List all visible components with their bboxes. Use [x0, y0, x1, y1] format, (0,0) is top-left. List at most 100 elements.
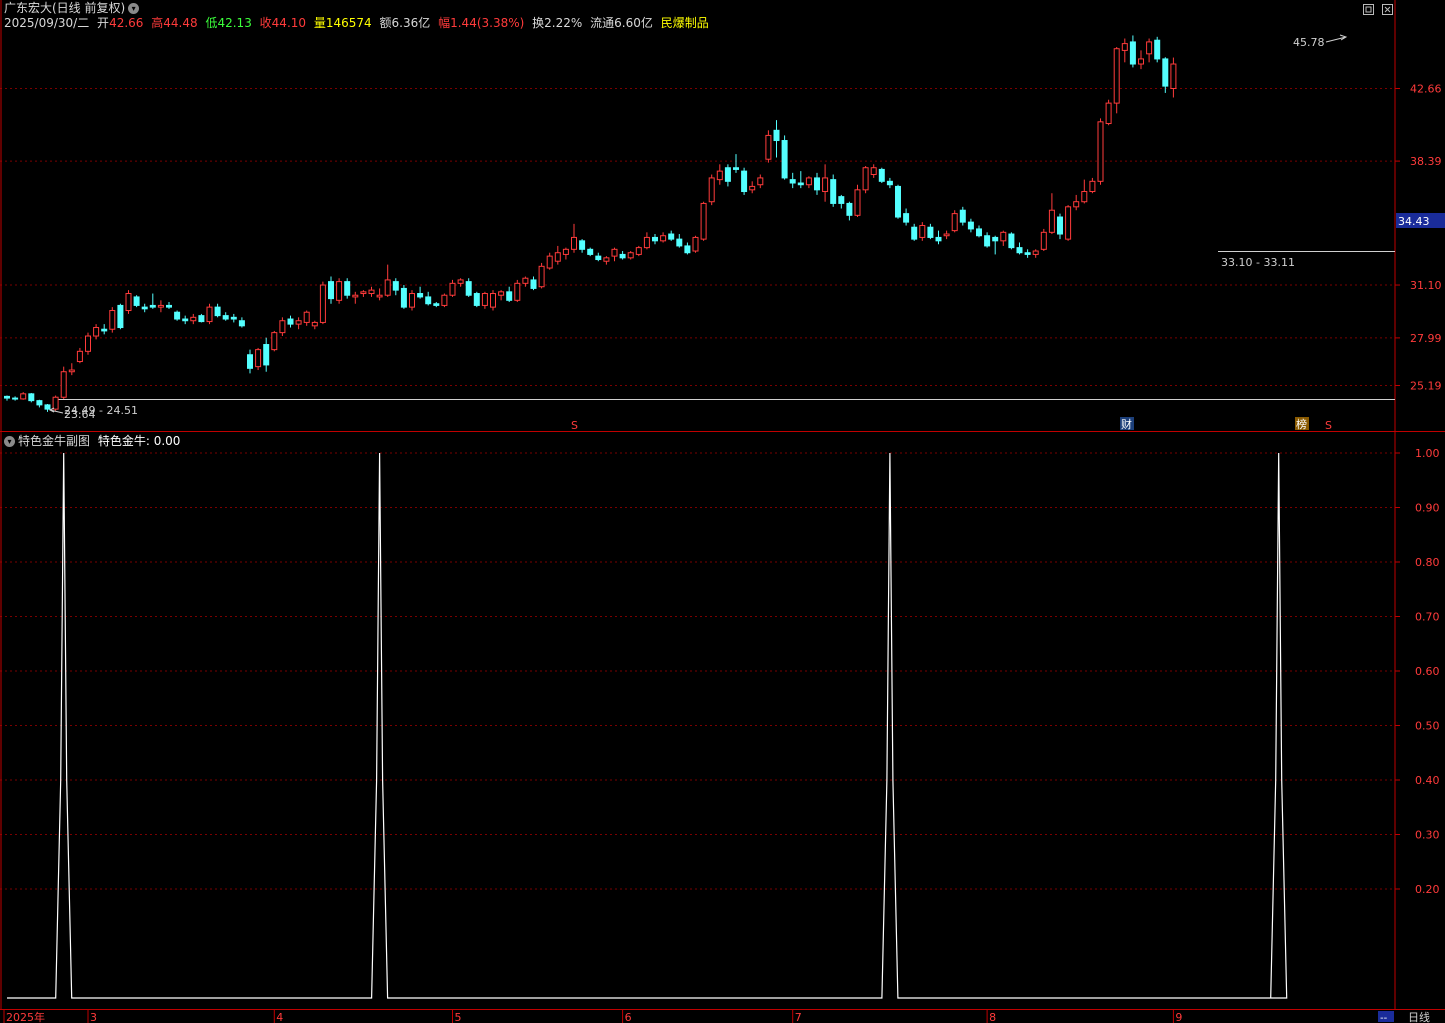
sub-grid	[0, 452, 1395, 890]
candle-body	[830, 179, 837, 204]
candle-body	[595, 255, 602, 261]
candle-body	[992, 236, 999, 242]
current-price-value: 34.43	[1398, 215, 1430, 228]
sector-tag[interactable]: 民爆制品	[661, 16, 709, 30]
candle-body	[384, 279, 391, 296]
open-value: 42.66	[109, 16, 144, 30]
candle-body	[417, 293, 424, 298]
candle-body	[1170, 63, 1177, 89]
period-label[interactable]: 日线	[1408, 1010, 1430, 1023]
candle-body	[117, 304, 124, 329]
candle-body	[708, 177, 715, 203]
candle-body	[498, 291, 505, 296]
candle-body	[733, 167, 739, 170]
quote-date: 2025/09/30/二	[4, 16, 90, 30]
chevron-down-icon[interactable]: ▾	[4, 436, 15, 447]
candle-body	[247, 354, 253, 369]
candle-body	[554, 252, 561, 262]
sub-axis-label: 0.30	[1415, 829, 1440, 842]
candle-body	[765, 134, 772, 160]
event-s-marker-1[interactable]: S	[571, 419, 578, 432]
candle-body	[336, 281, 343, 301]
candle-body	[773, 129, 780, 142]
sub-axis-label: 1.00	[1415, 447, 1440, 460]
volume-label: 量	[313, 16, 326, 30]
candle-body	[627, 252, 634, 259]
candle-body	[376, 294, 383, 298]
high-value: 44.48	[163, 16, 198, 30]
candle-body	[52, 396, 59, 410]
candle-body	[878, 168, 885, 182]
x-axis-label: 7	[795, 1011, 802, 1023]
amount-value: 6.36亿	[391, 16, 431, 30]
x-axis-label: 2025年	[6, 1010, 45, 1023]
candle-body	[1146, 41, 1153, 55]
main-axis-label: 25.19	[1410, 380, 1442, 393]
candle-body	[1040, 231, 1047, 250]
candle-body	[652, 236, 658, 242]
candle-body	[149, 304, 156, 308]
event-s-marker-2[interactable]: S	[1325, 419, 1332, 432]
candle-body	[838, 196, 845, 204]
candle-body	[757, 177, 764, 186]
candle-body	[749, 185, 756, 191]
candle-body	[481, 293, 488, 306]
candle-body	[1162, 58, 1169, 87]
candle-body	[1000, 231, 1007, 242]
candle-body	[967, 221, 974, 230]
candle-body	[4, 395, 10, 399]
candle-body	[822, 177, 829, 193]
candle-body	[352, 294, 359, 298]
indicator-name[interactable]: 特色金牛副图	[18, 434, 90, 448]
chevron-down-icon[interactable]: ▾	[128, 3, 140, 14]
candle-body	[238, 320, 245, 327]
sub-header-row: ▾ 特色金牛副图 特色金牛: 0.00	[4, 434, 184, 448]
candle-body	[174, 311, 181, 320]
candle-body	[295, 320, 302, 325]
low-mark-label: 23.64	[64, 408, 96, 421]
candle-body	[854, 189, 861, 216]
candle-body	[157, 304, 164, 308]
candle-body	[433, 303, 440, 306]
candle-body	[287, 318, 294, 325]
close-icon[interactable]	[1381, 4, 1393, 16]
candle-body	[530, 279, 537, 289]
event-cai-marker[interactable]: 财	[1121, 417, 1132, 431]
candle-body	[360, 291, 367, 295]
x-axis-label: 4	[276, 1011, 283, 1023]
candle-body	[222, 315, 229, 320]
candle-body	[797, 182, 804, 186]
candle-body	[870, 167, 877, 176]
scroll-indicator-dash: --	[1380, 1013, 1388, 1023]
candle-body	[1097, 121, 1104, 182]
candle-body	[303, 311, 310, 323]
candle-body	[1089, 180, 1096, 193]
candle-body	[959, 209, 966, 223]
low-value: 42.13	[217, 16, 252, 30]
amount-label: 额	[379, 16, 392, 30]
candle-body	[182, 318, 189, 322]
range-right-label: 33.10 - 33.11	[1221, 256, 1295, 269]
main-axis-label: 27.99	[1410, 332, 1442, 345]
candle-body	[1129, 41, 1136, 65]
candle-body	[571, 236, 577, 250]
candles	[4, 35, 1177, 412]
candle-body	[76, 350, 83, 363]
candle-body	[465, 281, 472, 296]
close-label: 收	[259, 16, 272, 30]
candle-body	[1057, 216, 1063, 235]
candle-body	[943, 233, 950, 237]
candle-body	[190, 316, 197, 322]
candle-body	[457, 279, 464, 284]
event-bang-marker[interactable]: 榜	[1296, 417, 1307, 431]
candle-body	[214, 306, 221, 317]
volume-value: 146574	[325, 16, 372, 30]
candle-body	[101, 328, 108, 332]
candle-body	[668, 233, 675, 240]
candle-body	[903, 213, 910, 223]
restore-icon[interactable]	[1362, 4, 1374, 16]
candle-body	[911, 226, 918, 240]
stock-title[interactable]: 广东宏大(日线 前复权)	[4, 1, 125, 15]
change-value: 1.44(3.38%)	[450, 16, 525, 30]
candle-body	[319, 284, 326, 323]
